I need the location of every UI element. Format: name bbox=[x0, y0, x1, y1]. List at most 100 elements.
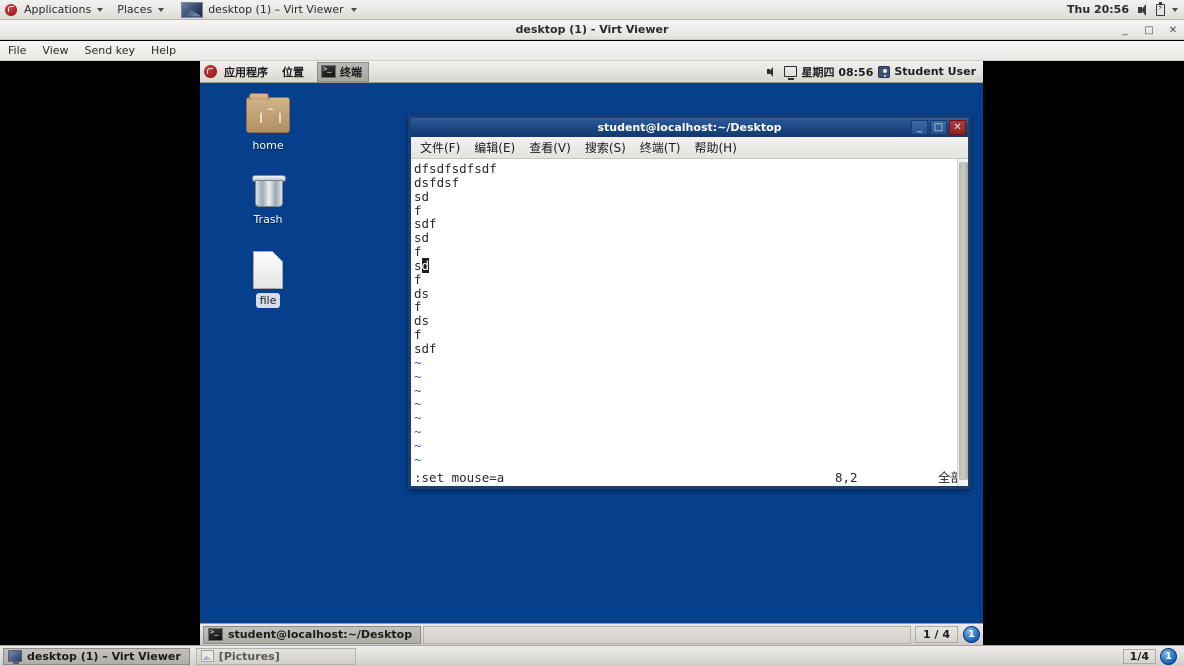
host-menu-places[interactable]: Places bbox=[110, 0, 171, 20]
terminal-menu-file[interactable]: 文件(F) bbox=[413, 137, 467, 159]
virt-viewer-menubar: File View Send key Help bbox=[0, 41, 1184, 61]
host-workspace-label[interactable]: 1/4 bbox=[1122, 648, 1156, 664]
desktop-icon-home[interactable]: home bbox=[232, 93, 304, 153]
vim-status-line: :set mouse=a 8,2 全部 bbox=[411, 469, 968, 486]
menu-file[interactable]: File bbox=[0, 41, 34, 61]
host-bottom-taskbar: desktop (1) – Virt Viewer [Pictures] 1/4… bbox=[0, 645, 1184, 666]
vim-buffer-line: sd bbox=[414, 230, 430, 246]
vim-buffer-line: dfsdfsdfsdf bbox=[414, 161, 497, 176]
home-folder-icon bbox=[246, 93, 290, 133]
host-menu-places-label: Places bbox=[117, 3, 153, 16]
vim-cursor-position: 8,2 bbox=[835, 469, 858, 485]
vim-tilde-line: ~ bbox=[414, 437, 422, 453]
pictures-icon bbox=[200, 650, 214, 662]
vim-tilde-line: ~ bbox=[414, 424, 422, 440]
minimize-icon[interactable]: _ bbox=[1118, 23, 1132, 37]
vm-menu-applications[interactable]: 应用程序 bbox=[217, 61, 275, 83]
terminal-menubar: 文件(F) 编辑(E) 查看(V) 搜索(S) 终端(T) 帮助(H) bbox=[411, 137, 968, 159]
trash-icon bbox=[251, 173, 286, 207]
virt-viewer-window-controls: _ □ ✕ bbox=[1118, 20, 1180, 40]
host-clock[interactable]: Thu 20:56 bbox=[1061, 3, 1135, 16]
terminal-content[interactable]: dfsdfsdfsdf dsfdsf sd f sdf sd f sd f ds f ds f sdf ~… bbox=[411, 159, 968, 486]
vim-tilde-line: ~ bbox=[414, 410, 422, 426]
host-panel-status-area: Thu 20:56 bbox=[1061, 1, 1184, 17]
maximize-icon[interactable]: □ bbox=[1142, 23, 1156, 37]
host-panel-window-button[interactable]: desktop (1) – Virt Viewer bbox=[179, 1, 363, 19]
vm-display-area: 应用程序 位置 终端 星期四 08:56 Student User home bbox=[0, 61, 1184, 645]
vim-cursor: d bbox=[421, 257, 430, 273]
menu-view[interactable]: View bbox=[34, 41, 76, 61]
terminal-icon bbox=[321, 65, 336, 78]
vm-workspace-badge[interactable]: 1 bbox=[963, 626, 980, 643]
vim-buffer-line: ds bbox=[414, 313, 430, 329]
vim-buffer-line: sd bbox=[414, 257, 430, 273]
chevron-down-icon bbox=[97, 7, 104, 12]
battery-icon[interactable] bbox=[1156, 1, 1165, 16]
vim-buffer-line: ds bbox=[414, 285, 430, 301]
desktop-icon-trash-label: Trash bbox=[253, 213, 283, 226]
maximize-icon[interactable]: □ bbox=[930, 120, 947, 135]
vim-buffer-line: f bbox=[414, 244, 422, 260]
vim-command-text: :set mouse=a bbox=[414, 469, 505, 485]
vm-top-panel: 应用程序 位置 终端 星期四 08:56 Student User bbox=[200, 61, 983, 83]
terminal-icon bbox=[208, 628, 223, 641]
volume-icon[interactable] bbox=[1137, 3, 1151, 17]
vm-panel-status-area: 星期四 08:56 Student User bbox=[766, 64, 983, 80]
display-icon[interactable] bbox=[783, 66, 797, 80]
vm-taskbar-terminal-button[interactable]: student@localhost:~/Desktop bbox=[203, 625, 422, 644]
vm-taskbar-terminal-label: student@localhost:~/Desktop bbox=[228, 628, 413, 641]
host-taskbar-pictures[interactable]: [Pictures] bbox=[195, 647, 356, 665]
vim-tilde-line: ~ bbox=[414, 368, 422, 384]
terminal-scrollbar[interactable] bbox=[957, 159, 968, 486]
desktop-icon-file[interactable]: file bbox=[232, 251, 304, 308]
vim-buffer-line: f bbox=[414, 271, 422, 287]
vm-panel-terminal-button[interactable]: 终端 bbox=[317, 61, 369, 82]
terminal-menu-view[interactable]: 查看(V) bbox=[522, 137, 578, 159]
vim-tilde-line: ~ bbox=[414, 451, 422, 467]
vim-tilde-lines: ~~~~~~~~~ bbox=[414, 355, 968, 481]
terminal-menu-edit[interactable]: 编辑(E) bbox=[467, 137, 522, 159]
vim-buffer-line: sd bbox=[414, 188, 430, 204]
host-workspace-badge[interactable]: 1 bbox=[1160, 647, 1177, 665]
desktop-icon-trash[interactable]: Trash bbox=[232, 173, 304, 227]
fedora-logo-icon[interactable] bbox=[204, 65, 217, 78]
terminal-menu-terminal[interactable]: 终端(T) bbox=[633, 137, 688, 159]
menu-help[interactable]: Help bbox=[143, 41, 184, 61]
terminal-scrollbar-thumb[interactable] bbox=[959, 162, 968, 480]
vm-user-label: Student User bbox=[894, 65, 976, 78]
vim-buffer-line: f bbox=[414, 327, 422, 343]
volume-icon[interactable] bbox=[766, 65, 779, 78]
vm-clock[interactable]: 星期四 08:56 bbox=[802, 64, 874, 80]
host-taskbar-virt-viewer[interactable]: desktop (1) – Virt Viewer bbox=[3, 647, 190, 665]
host-panel-window-label: desktop (1) – Virt Viewer bbox=[208, 3, 344, 16]
close-icon[interactable]: ✕ bbox=[1166, 23, 1180, 37]
menu-send-key[interactable]: Send key bbox=[77, 41, 143, 61]
desktop-icon-home-label: home bbox=[252, 139, 284, 152]
vm-screen[interactable]: 应用程序 位置 终端 星期四 08:56 Student User home bbox=[200, 61, 983, 645]
minimize-icon[interactable]: _ bbox=[911, 120, 928, 135]
terminal-window[interactable]: student@localhost:~/Desktop _ □ ✕ 文件(F) … bbox=[408, 115, 971, 489]
vm-menu-places[interactable]: 位置 bbox=[275, 61, 311, 83]
host-taskbar-virt-viewer-label: desktop (1) – Virt Viewer bbox=[27, 649, 181, 663]
vim-tilde-line: ~ bbox=[414, 382, 422, 398]
terminal-menu-help[interactable]: 帮助(H) bbox=[688, 137, 744, 159]
desktop-icon-file-label: file bbox=[255, 293, 281, 308]
user-icon bbox=[878, 65, 891, 78]
document-icon bbox=[253, 251, 283, 289]
host-menu-applications[interactable]: Applications bbox=[17, 0, 110, 20]
virt-viewer-icon bbox=[181, 1, 204, 18]
monitor-icon bbox=[8, 650, 22, 664]
vim-tilde-line: ~ bbox=[414, 396, 422, 412]
vim-buffer-line: sdf bbox=[414, 216, 437, 232]
vm-workspace-label[interactable]: 1 / 4 bbox=[915, 626, 958, 643]
fedora-logo-icon[interactable] bbox=[5, 3, 17, 16]
host-taskbar-pictures-label: [Pictures] bbox=[218, 649, 280, 663]
terminal-menu-search[interactable]: 搜索(S) bbox=[578, 137, 633, 159]
host-top-panel: Applications Places desktop (1) – Virt V… bbox=[0, 0, 1184, 20]
vm-workspace-switcher: 1 / 4 1 bbox=[915, 626, 980, 643]
chevron-down-icon[interactable] bbox=[1172, 7, 1178, 12]
terminal-title: student@localhost:~/Desktop bbox=[597, 121, 782, 134]
vm-user-menu[interactable]: Student User bbox=[878, 65, 976, 78]
chevron-down-icon bbox=[158, 7, 165, 12]
close-icon[interactable]: ✕ bbox=[949, 120, 966, 135]
